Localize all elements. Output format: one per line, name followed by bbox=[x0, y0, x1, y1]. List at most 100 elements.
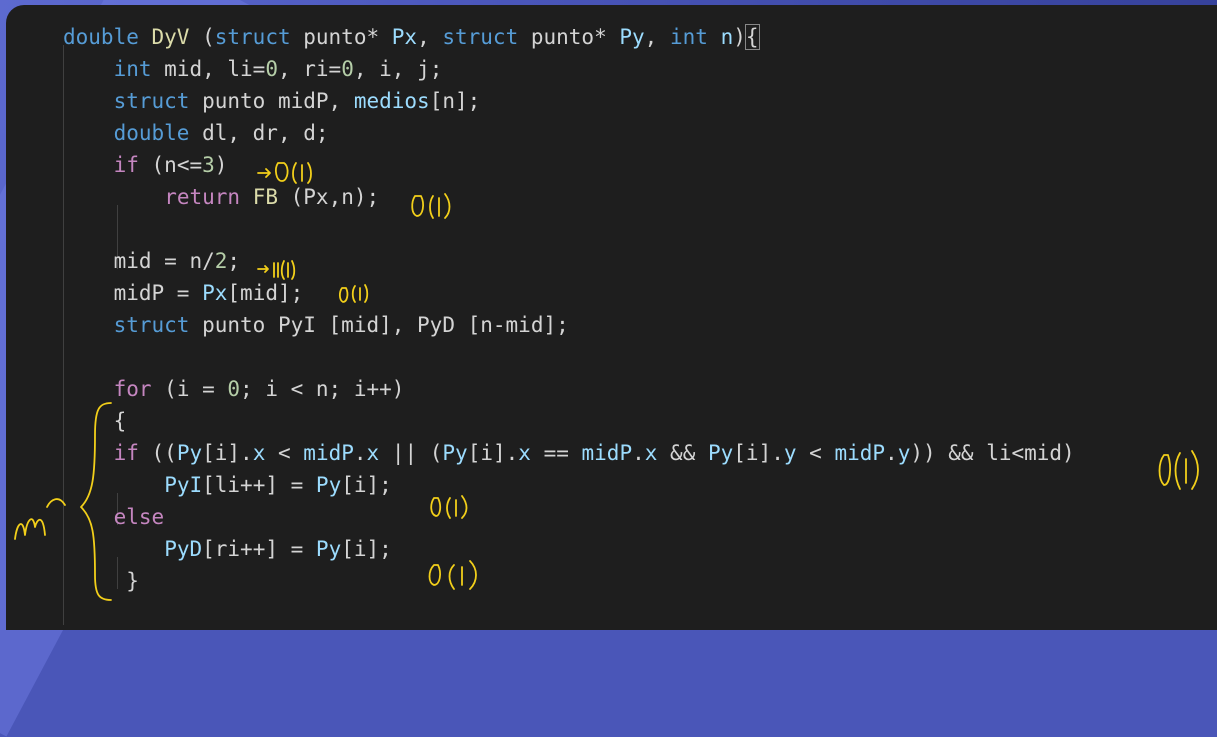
code-token: mid = n/ bbox=[113, 249, 215, 273]
code-token: 0 bbox=[265, 57, 278, 81]
code-token: int bbox=[669, 25, 708, 49]
code-token: < bbox=[796, 441, 835, 465]
code-token: Px bbox=[391, 25, 418, 49]
code-token: punto* bbox=[290, 25, 392, 49]
code-token: Py bbox=[442, 441, 468, 465]
code-token: double bbox=[113, 121, 190, 145]
code-token: 0 bbox=[227, 377, 241, 401]
code-token: ; i < n; i++) bbox=[240, 377, 405, 401]
code-token: mid, li= bbox=[151, 57, 266, 81]
code-token: PyI bbox=[164, 473, 203, 497]
code-token: struct bbox=[113, 89, 190, 113]
annotation-o1-pyd bbox=[428, 560, 477, 590]
code-line[interactable]: return FB (Px,n); bbox=[164, 181, 379, 213]
annotation-o1-if bbox=[1158, 450, 1199, 490]
code-token: punto midP, bbox=[189, 89, 354, 113]
code-token: [i]. bbox=[202, 441, 253, 465]
code-token: ) bbox=[733, 25, 746, 49]
code-token: Py bbox=[619, 25, 645, 49]
code-token: x bbox=[366, 441, 380, 465]
code-token: punto* bbox=[518, 25, 620, 49]
code-token: Py bbox=[315, 537, 342, 561]
code-token: FB bbox=[252, 185, 278, 209]
annotation-arrow-o1 bbox=[257, 162, 312, 184]
code-token: int bbox=[113, 57, 152, 81]
code-token: [mid]; bbox=[227, 281, 304, 305]
code-line[interactable]: mid = n/2; bbox=[114, 245, 240, 277]
code-token: x bbox=[644, 441, 658, 465]
code-line[interactable]: struct punto PyI [mid], PyD [n-mid]; bbox=[114, 309, 569, 341]
code-line[interactable]: if (n<=3) bbox=[114, 149, 228, 181]
code-editor[interactable]: double DyV (struct punto* Px, struct pun… bbox=[6, 5, 1217, 630]
code-token: midP bbox=[581, 441, 633, 465]
code-token: double bbox=[63, 25, 152, 49]
code-token: == bbox=[530, 441, 582, 465]
code-token: } bbox=[126, 569, 139, 593]
code-token: && bbox=[657, 441, 708, 465]
annotation-o1-return bbox=[411, 193, 451, 219]
code-token: [ri++] = bbox=[202, 537, 316, 561]
code-token: Py bbox=[315, 473, 342, 497]
code-token: if bbox=[113, 153, 139, 177]
code-token: Px bbox=[202, 281, 228, 305]
code-token: x bbox=[252, 441, 266, 465]
code-token: , ri= bbox=[277, 57, 342, 81]
code-token: midP bbox=[303, 441, 354, 465]
code-token: medios bbox=[353, 89, 430, 113]
code-token: ; bbox=[227, 249, 241, 273]
code-line[interactable]: double dl, dr, d; bbox=[114, 117, 329, 149]
code-line[interactable]: double DyV (struct punto* Px, struct pun… bbox=[63, 21, 760, 53]
code-token: . bbox=[632, 441, 645, 465]
code-token: (Px,n); bbox=[278, 185, 380, 209]
code-token: midP bbox=[834, 441, 886, 465]
code-token: return bbox=[164, 185, 241, 209]
code-token: < bbox=[265, 441, 304, 465]
code-line[interactable]: PyI[li++] = Py[i]; bbox=[164, 469, 392, 501]
code-token: ( bbox=[189, 25, 215, 49]
code-token: dl, dr, d; bbox=[189, 121, 329, 145]
code-token: y bbox=[783, 441, 797, 465]
code-token: punto PyI [mid], PyD [n-mid]; bbox=[189, 313, 569, 337]
code-token: , bbox=[644, 25, 670, 49]
code-token: [li++] = bbox=[202, 473, 316, 497]
code-token: struct bbox=[113, 313, 190, 337]
code-token: Py bbox=[176, 441, 203, 465]
code-line[interactable]: struct punto midP, medios[n]; bbox=[114, 85, 481, 117]
code-token: { bbox=[744, 24, 760, 50]
code-token: struct bbox=[442, 25, 519, 49]
code-line[interactable]: PyD[ri++] = Py[i]; bbox=[164, 533, 392, 565]
code-token: y bbox=[897, 441, 911, 465]
annotation-loop-brace bbox=[14, 402, 112, 601]
code-token: x bbox=[518, 441, 531, 465]
code-token: [i]; bbox=[341, 537, 392, 561]
code-token: 3 bbox=[202, 153, 215, 177]
code-token: DyV bbox=[151, 25, 190, 49]
code-token: , bbox=[417, 25, 443, 49]
code-token: [n]; bbox=[429, 89, 481, 113]
code-line[interactable]: int mid, li=0, ri=0, i, j; bbox=[114, 53, 443, 85]
code-token: struct bbox=[214, 25, 291, 49]
code-token: [i]. bbox=[467, 441, 519, 465]
code-line[interactable]: if ((Py[i].x < midP.x || (Py[i].x == mid… bbox=[114, 437, 1075, 469]
code-token: Py bbox=[707, 441, 734, 465]
code-token: (( bbox=[138, 441, 177, 465]
code-token: 2 bbox=[214, 249, 228, 273]
code-token: , i, j; bbox=[353, 57, 443, 81]
code-line[interactable]: for (i = 0; i < n; i++) bbox=[114, 373, 405, 405]
code-token: (i = bbox=[151, 377, 228, 401]
code-token: PyD bbox=[164, 537, 203, 561]
code-token: )) && li<mid) bbox=[910, 441, 1075, 465]
code-token: [i]. bbox=[733, 441, 784, 465]
annotation-o1-midp bbox=[338, 284, 369, 303]
code-token: n bbox=[720, 25, 734, 49]
code-token: || ( bbox=[379, 441, 443, 465]
code-token: . bbox=[885, 441, 898, 465]
code-line[interactable]: } bbox=[126, 565, 139, 597]
code-token: ) bbox=[214, 153, 228, 177]
code-token: 0 bbox=[341, 57, 354, 81]
annotation-o1-mid bbox=[257, 260, 296, 280]
code-token: . bbox=[353, 441, 367, 465]
annotation-o1-pyi bbox=[430, 495, 468, 519]
